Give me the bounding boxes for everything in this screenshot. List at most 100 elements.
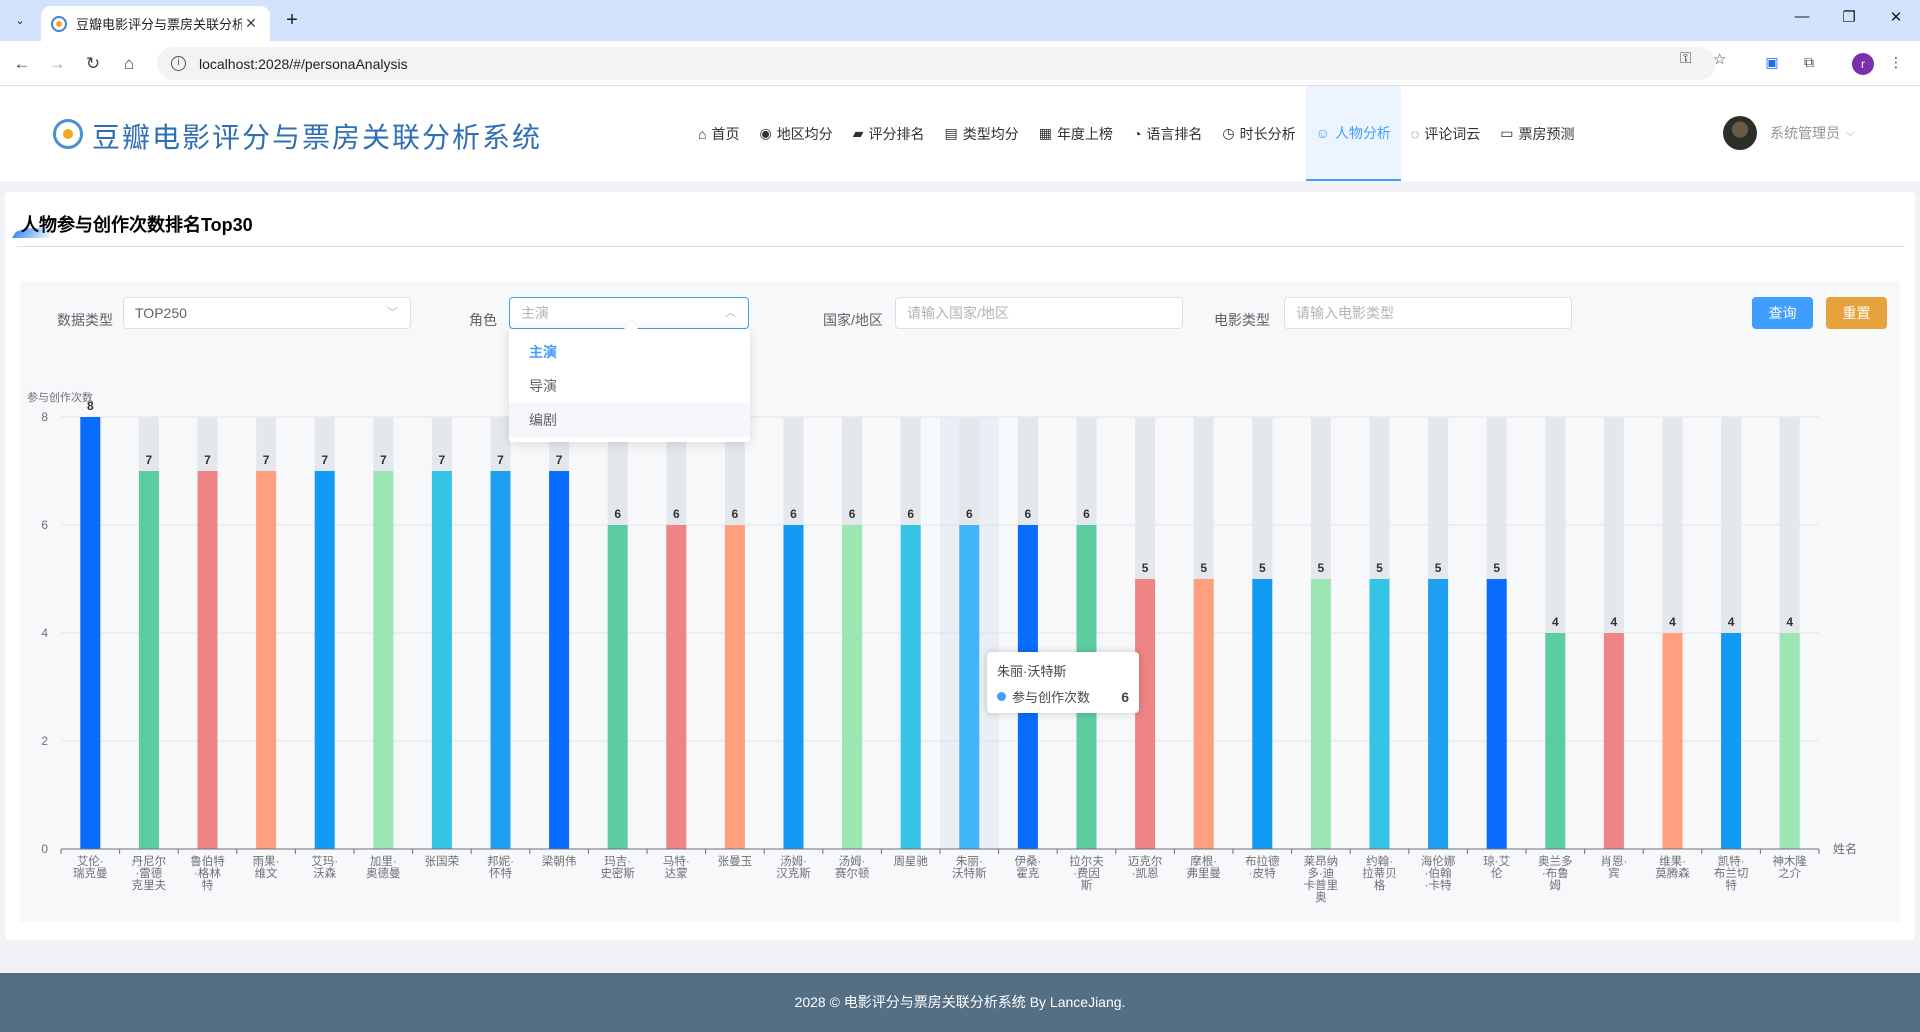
- bar: [842, 525, 863, 849]
- bar: [1310, 579, 1331, 849]
- bar: [431, 471, 452, 849]
- x-tick-label: 奥兰多·布鲁姆: [1538, 854, 1573, 892]
- x-tick-label: 约翰·拉蒂贝格: [1362, 854, 1397, 892]
- bookmark-star-icon[interactable]: ☆: [1713, 50, 1726, 68]
- query-button[interactable]: 查询: [1752, 297, 1813, 329]
- bar-value-label: 6: [966, 507, 973, 521]
- chat-dot-icon: ◌: [1410, 125, 1420, 142]
- nav-item-8[interactable]: ◌ 评论词云: [1401, 86, 1490, 181]
- nav-item-1[interactable]: ◉ 地区均分: [749, 86, 842, 181]
- x-tick-label: 邦妮·怀特: [487, 854, 514, 880]
- new-tab-icon[interactable]: +: [281, 9, 303, 32]
- bar: [490, 471, 511, 849]
- x-axis-title: 姓名: [1833, 841, 1857, 856]
- x-tick-label: 丹尼尔·雷德克里夫: [132, 854, 167, 892]
- profile-avatar[interactable]: r: [1852, 53, 1874, 75]
- home-browser-icon[interactable]: ⌂: [117, 52, 141, 76]
- home-icon: ⌂: [698, 125, 707, 142]
- nav-item-3[interactable]: ▤ 类型均分: [934, 86, 1028, 181]
- nav-item-4[interactable]: ▦ 年度上榜: [1029, 86, 1123, 181]
- bar-value-label: 4: [1611, 615, 1618, 629]
- chevron-down-icon: ⌵: [1846, 126, 1855, 139]
- close-window-icon[interactable]: ✕: [1881, 8, 1911, 26]
- x-tick-label: 周星驰: [893, 854, 928, 868]
- role-option[interactable]: 主演: [509, 335, 750, 369]
- page-title: 人物参与创作次数排名Top30: [21, 215, 253, 235]
- data-type-select[interactable]: TOP250 ﹀: [123, 297, 411, 329]
- y-tick-label: 8: [41, 410, 48, 424]
- x-tick-label-line: ·格林: [194, 866, 221, 880]
- tab-close-icon[interactable]: ✕: [242, 15, 260, 32]
- address-bar[interactable]: i localhost:2028/#/personaAnalysis: [157, 47, 1716, 80]
- forward-icon[interactable]: →: [45, 52, 69, 76]
- x-tick-label-line: 雨果·: [253, 855, 280, 868]
- password-key-icon[interactable]: ⚿: [1680, 50, 1691, 67]
- x-tick-label-line: ·布鲁: [1542, 866, 1569, 880]
- bar-value-label: 7: [497, 453, 504, 467]
- bar-value-label: 6: [849, 507, 856, 521]
- reset-button[interactable]: 重置: [1826, 297, 1887, 329]
- nav-item-label: 首页: [711, 125, 740, 142]
- x-tick-label-line: 之介: [1778, 866, 1801, 880]
- restore-icon[interactable]: ❐: [1834, 8, 1864, 26]
- ranking-bar-chart: 02468参与创作次数8艾伦·瑞克曼7丹尼尔·雷德克里夫7鲁伯特·格林特7雨果·…: [27, 390, 1857, 904]
- x-tick-label-line: 琼·艾: [1483, 854, 1510, 868]
- bar-value-label: 8: [87, 399, 94, 413]
- browser-menu-icon[interactable]: ⋮: [1886, 52, 1906, 72]
- bar-value-label: 5: [1493, 561, 1500, 575]
- genre-input[interactable]: 请输入电影类型: [1284, 297, 1572, 329]
- nav-item-label: 评论词云: [1424, 125, 1481, 142]
- bar: [1721, 633, 1742, 849]
- back-icon[interactable]: ←: [10, 52, 34, 76]
- x-tick-label: 拉尔夫·费因斯: [1069, 854, 1104, 892]
- x-tick-label: 莱昂纳多·迪卡普里奥: [1304, 855, 1339, 904]
- minimize-icon[interactable]: —: [1787, 8, 1817, 25]
- x-tick-label-line: 瑞克曼: [73, 866, 108, 880]
- user-menu[interactable]: 系统管理员 ⌵: [1723, 116, 1854, 150]
- x-tick-label-line: 艾伦·: [77, 854, 104, 868]
- x-tick-label-line: 格: [1374, 878, 1386, 892]
- x-tick-label-line: 玛吉·: [604, 855, 631, 868]
- nav-item-9[interactable]: ▭ 票房预测: [1490, 86, 1584, 181]
- tab-search-icon[interactable]: ⌄: [8, 8, 32, 32]
- nav-item-7[interactable]: ☺ 人物分析: [1305, 86, 1401, 181]
- x-tick-label: 琼·艾伦: [1483, 854, 1510, 880]
- x-tick-label: 张曼玉: [718, 855, 753, 868]
- role-option[interactable]: 导演: [509, 369, 750, 403]
- role-option[interactable]: 编剧: [509, 403, 750, 437]
- footer: 2028 © 电影评分与票房关联分析系统 By LanceJiang.: [0, 973, 1920, 1032]
- bar: [900, 525, 921, 849]
- extensions-puzzle-icon[interactable]: ⧉: [1799, 52, 1819, 72]
- data-type-label: 数据类型: [57, 312, 113, 328]
- nav-item-5[interactable]: ◔ 语言排名: [1123, 86, 1212, 181]
- avatar[interactable]: [1723, 116, 1757, 150]
- extension-icon[interactable]: ▣: [1762, 52, 1782, 72]
- nav-item-0[interactable]: ⌂ 首页: [688, 86, 749, 181]
- x-tick-label-line: ·雷德: [135, 866, 162, 880]
- data-type-value: TOP250: [135, 305, 187, 321]
- site-info-icon[interactable]: i: [171, 56, 186, 71]
- bar: [724, 525, 745, 849]
- nav-item-label: 评分排名: [868, 125, 925, 142]
- nav-item-label: 时长分析: [1239, 125, 1296, 142]
- x-tick-label-line: 汉克斯: [776, 867, 811, 880]
- country-label: 国家/地区: [823, 312, 883, 328]
- bar: [1486, 579, 1507, 849]
- calendar-icon: ▦: [1038, 125, 1052, 141]
- x-tick-label-line: 多·迪: [1307, 866, 1334, 880]
- x-tick-label-line: 怀特: [489, 866, 512, 880]
- x-tick-label-line: 奥: [1315, 890, 1327, 904]
- x-tick-label-line: 奥兰多: [1538, 854, 1573, 868]
- x-tick-label: 伊桑·霍克: [1014, 855, 1041, 880]
- role-options: 主演 导演 编剧: [509, 329, 750, 437]
- x-tick-label-line: 丹尼尔: [132, 854, 167, 868]
- reload-icon[interactable]: ↻: [81, 52, 105, 76]
- notebook-icon: ▤: [944, 125, 958, 141]
- browser-tab[interactable]: 豆瓣电影评分与票房关联分析系 ✕: [41, 6, 270, 41]
- x-tick-label-line: 汤姆·: [780, 854, 807, 868]
- bar-value-label: 4: [1786, 615, 1793, 629]
- nav-item-2[interactable]: ▰ 评分排名: [843, 86, 935, 181]
- country-input[interactable]: 请输入国家/地区: [895, 297, 1183, 329]
- app-header: 豆瓣电影评分与票房关联分析系统 ⌂ 首页 ◉ 地区均分 ▰ 评分排名 ▤ 类型均分 ▦ 年度上榜 ◔…: [0, 86, 1920, 181]
- nav-item-6[interactable]: ◷ 时长分析: [1212, 86, 1305, 181]
